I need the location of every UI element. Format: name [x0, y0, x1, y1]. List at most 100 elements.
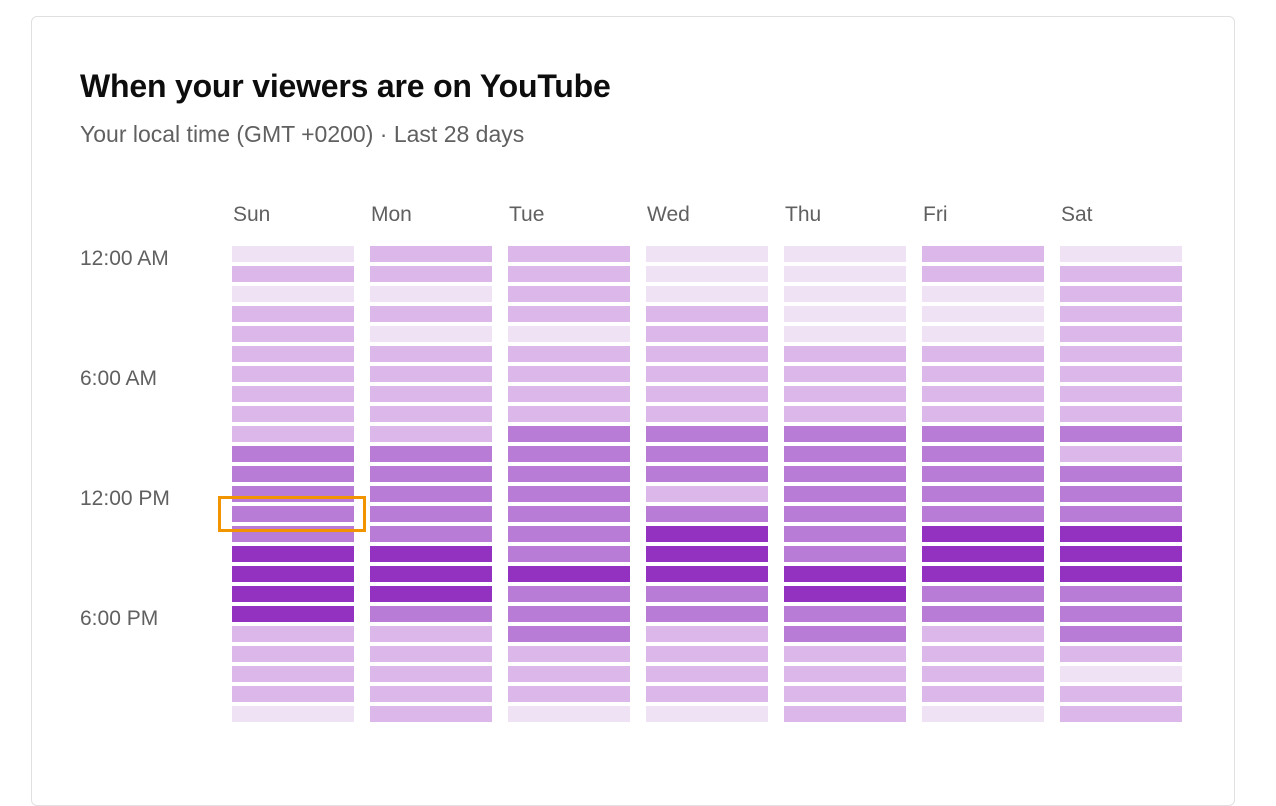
- heatmap-cell-sun-11pm[interactable]: [232, 706, 354, 722]
- heatmap-cell-sun-9am[interactable]: [232, 426, 354, 442]
- heatmap-cell-mon-6pm[interactable]: [370, 606, 492, 622]
- heatmap-cell-tue-11am[interactable]: [508, 466, 630, 482]
- heatmap-cell-fri-7am[interactable]: [922, 386, 1044, 402]
- heatmap-cell-thu-11am[interactable]: [784, 466, 906, 482]
- heatmap-cell-sun-6pm[interactable]: [232, 606, 354, 622]
- heatmap-cell-mon-10pm[interactable]: [370, 686, 492, 702]
- heatmap-cell-tue-2am[interactable]: [508, 286, 630, 302]
- heatmap-cell-fri-8pm[interactable]: [922, 646, 1044, 662]
- heatmap-cell-wed-3pm[interactable]: [646, 546, 768, 562]
- heatmap-cell-sat-10am[interactable]: [1060, 446, 1182, 462]
- heatmap-cell-fri-12pm[interactable]: [922, 486, 1044, 502]
- heatmap-cell-sun-11am[interactable]: [232, 466, 354, 482]
- heatmap-cell-sun-8pm[interactable]: [232, 646, 354, 662]
- heatmap-cell-mon-9pm[interactable]: [370, 666, 492, 682]
- heatmap-cell-tue-9pm[interactable]: [508, 666, 630, 682]
- heatmap-cell-tue-3am[interactable]: [508, 306, 630, 322]
- heatmap-cell-tue-8pm[interactable]: [508, 646, 630, 662]
- heatmap-cell-mon-2pm[interactable]: [370, 526, 492, 542]
- heatmap-cell-tue-11pm[interactable]: [508, 706, 630, 722]
- heatmap-cell-tue-4am[interactable]: [508, 326, 630, 342]
- heatmap-cell-sun-2am[interactable]: [232, 286, 354, 302]
- heatmap-cell-tue-3pm[interactable]: [508, 546, 630, 562]
- heatmap-cell-wed-2pm[interactable]: [646, 526, 768, 542]
- heatmap-cell-sun-4am[interactable]: [232, 326, 354, 342]
- heatmap-cell-mon-8am[interactable]: [370, 406, 492, 422]
- heatmap-cell-tue-12am[interactable]: [508, 246, 630, 262]
- heatmap-cell-thu-4pm[interactable]: [784, 566, 906, 582]
- heatmap-cell-mon-4am[interactable]: [370, 326, 492, 342]
- heatmap-cell-tue-12pm[interactable]: [508, 486, 630, 502]
- heatmap-cell-mon-4pm[interactable]: [370, 566, 492, 582]
- heatmap-cell-mon-3pm[interactable]: [370, 546, 492, 562]
- heatmap-cell-sat-8am[interactable]: [1060, 406, 1182, 422]
- heatmap-cell-thu-10pm[interactable]: [784, 686, 906, 702]
- heatmap-cell-tue-7pm[interactable]: [508, 626, 630, 642]
- heatmap-cell-fri-8am[interactable]: [922, 406, 1044, 422]
- heatmap-cell-sat-8pm[interactable]: [1060, 646, 1182, 662]
- heatmap-cell-thu-8am[interactable]: [784, 406, 906, 422]
- heatmap-cell-sun-3pm[interactable]: [232, 546, 354, 562]
- heatmap-cell-sun-10pm[interactable]: [232, 686, 354, 702]
- heatmap-cell-wed-1am[interactable]: [646, 266, 768, 282]
- heatmap-cell-thu-2am[interactable]: [784, 286, 906, 302]
- heatmap-cell-mon-10am[interactable]: [370, 446, 492, 462]
- heatmap-cell-sat-7am[interactable]: [1060, 386, 1182, 402]
- heatmap-cell-fri-4pm[interactable]: [922, 566, 1044, 582]
- heatmap-cell-thu-5pm[interactable]: [784, 586, 906, 602]
- heatmap-cell-sat-6am[interactable]: [1060, 366, 1182, 382]
- heatmap-cell-sat-1pm[interactable]: [1060, 506, 1182, 522]
- heatmap-cell-fri-3am[interactable]: [922, 306, 1044, 322]
- heatmap-cell-mon-7am[interactable]: [370, 386, 492, 402]
- heatmap-cell-fri-1am[interactable]: [922, 266, 1044, 282]
- heatmap-cell-sun-1pm[interactable]: [232, 506, 354, 522]
- heatmap-cell-wed-2am[interactable]: [646, 286, 768, 302]
- heatmap-cell-mon-12am[interactable]: [370, 246, 492, 262]
- heatmap-cell-sat-12am[interactable]: [1060, 246, 1182, 262]
- heatmap-cell-thu-1pm[interactable]: [784, 506, 906, 522]
- heatmap-cell-fri-5am[interactable]: [922, 346, 1044, 362]
- heatmap-cell-sun-10am[interactable]: [232, 446, 354, 462]
- heatmap-cell-sun-12pm[interactable]: [232, 486, 354, 502]
- heatmap-cell-wed-8pm[interactable]: [646, 646, 768, 662]
- heatmap-cell-mon-3am[interactable]: [370, 306, 492, 322]
- heatmap-cell-fri-1pm[interactable]: [922, 506, 1044, 522]
- heatmap-cell-sat-4pm[interactable]: [1060, 566, 1182, 582]
- heatmap-cell-thu-5am[interactable]: [784, 346, 906, 362]
- heatmap-cell-wed-1pm[interactable]: [646, 506, 768, 522]
- heatmap-cell-sat-3am[interactable]: [1060, 306, 1182, 322]
- heatmap-cell-thu-7pm[interactable]: [784, 626, 906, 642]
- heatmap-cell-tue-9am[interactable]: [508, 426, 630, 442]
- heatmap-cell-wed-7am[interactable]: [646, 386, 768, 402]
- heatmap-cell-tue-8am[interactable]: [508, 406, 630, 422]
- heatmap-cell-mon-5pm[interactable]: [370, 586, 492, 602]
- heatmap-cell-sat-5am[interactable]: [1060, 346, 1182, 362]
- heatmap-cell-sun-9pm[interactable]: [232, 666, 354, 682]
- heatmap-cell-mon-9am[interactable]: [370, 426, 492, 442]
- heatmap-cell-fri-10am[interactable]: [922, 446, 1044, 462]
- heatmap-cell-thu-12pm[interactable]: [784, 486, 906, 502]
- heatmap-cell-sun-1am[interactable]: [232, 266, 354, 282]
- heatmap-cell-tue-4pm[interactable]: [508, 566, 630, 582]
- heatmap-cell-thu-6pm[interactable]: [784, 606, 906, 622]
- heatmap-cell-wed-11am[interactable]: [646, 466, 768, 482]
- heatmap-cell-fri-6pm[interactable]: [922, 606, 1044, 622]
- heatmap-cell-sun-7am[interactable]: [232, 386, 354, 402]
- heatmap-cell-sat-5pm[interactable]: [1060, 586, 1182, 602]
- heatmap-cell-sun-12am[interactable]: [232, 246, 354, 262]
- heatmap-cell-fri-5pm[interactable]: [922, 586, 1044, 602]
- heatmap-cell-fri-2pm[interactable]: [922, 526, 1044, 542]
- heatmap-cell-fri-7pm[interactable]: [922, 626, 1044, 642]
- heatmap-cell-wed-12pm[interactable]: [646, 486, 768, 502]
- heatmap-cell-wed-9am[interactable]: [646, 426, 768, 442]
- heatmap-cell-mon-7pm[interactable]: [370, 626, 492, 642]
- heatmap-cell-mon-5am[interactable]: [370, 346, 492, 362]
- heatmap-cell-mon-12pm[interactable]: [370, 486, 492, 502]
- heatmap-cell-thu-1am[interactable]: [784, 266, 906, 282]
- heatmap-cell-sun-4pm[interactable]: [232, 566, 354, 582]
- heatmap-cell-tue-5am[interactable]: [508, 346, 630, 362]
- heatmap-cell-tue-1pm[interactable]: [508, 506, 630, 522]
- heatmap-cell-tue-7am[interactable]: [508, 386, 630, 402]
- heatmap-cell-thu-12am[interactable]: [784, 246, 906, 262]
- heatmap-cell-thu-3am[interactable]: [784, 306, 906, 322]
